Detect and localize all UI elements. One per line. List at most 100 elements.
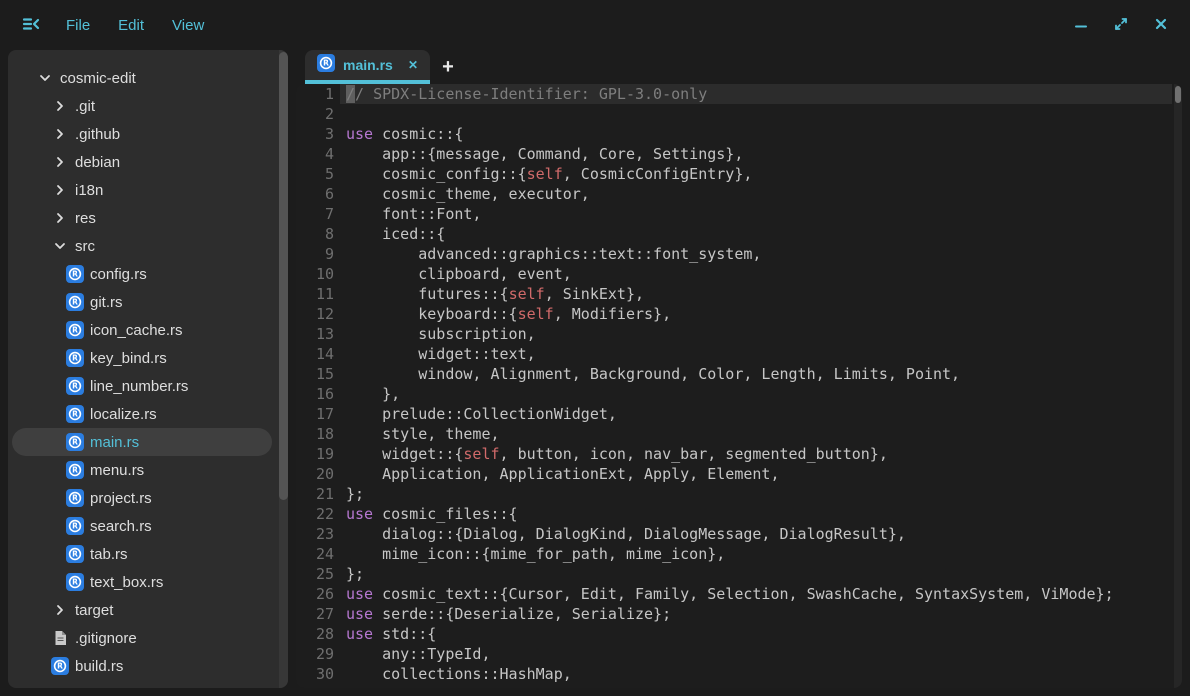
sidebar-item-label: cosmic-edit bbox=[60, 70, 136, 87]
sidebar-item-icon-cache-rs[interactable]: Ricon_cache.rs bbox=[8, 316, 288, 344]
code-line-content bbox=[340, 104, 1172, 124]
code-line[interactable]: 19 widget::{self, button, icon, nav_bar,… bbox=[296, 444, 1172, 464]
code-line[interactable]: 17 prelude::CollectionWidget, bbox=[296, 404, 1172, 424]
rust-file-icon: R bbox=[64, 433, 86, 451]
sidebar-item-tab-rs[interactable]: Rtab.rs bbox=[8, 540, 288, 568]
chevron-right-icon bbox=[49, 155, 71, 169]
code-token: keyboard::{ bbox=[346, 305, 518, 323]
sidebar-item-menu-rs[interactable]: Rmenu.rs bbox=[8, 456, 288, 484]
code-line[interactable]: 25}; bbox=[296, 564, 1172, 584]
sidebar-item-gitignore[interactable]: .gitignore bbox=[8, 624, 288, 652]
sidebar-item-localize-rs[interactable]: Rlocalize.rs bbox=[8, 400, 288, 428]
code-line[interactable]: 6 cosmic_theme, executor, bbox=[296, 184, 1172, 204]
code-line[interactable]: 8 iced::{ bbox=[296, 224, 1172, 244]
sidebar-item-src[interactable]: src bbox=[8, 232, 288, 260]
code-line[interactable]: 29 any::TypeId, bbox=[296, 644, 1172, 664]
line-number: 6 bbox=[296, 184, 340, 204]
sidebar-item-git-rs[interactable]: Rgit.rs bbox=[8, 288, 288, 316]
code-line-content: // SPDX-License-Identifier: GPL-3.0-only bbox=[340, 84, 1172, 104]
sidebar-scrollbar-thumb[interactable] bbox=[279, 52, 288, 500]
menu-item-edit[interactable]: Edit bbox=[116, 13, 146, 38]
sidebar-item-build-rs[interactable]: Rbuild.rs bbox=[8, 652, 288, 680]
code-line[interactable]: 20 Application, ApplicationExt, Apply, E… bbox=[296, 464, 1172, 484]
code-line-content: }; bbox=[340, 564, 1172, 584]
maximize-button[interactable] bbox=[1106, 10, 1136, 40]
sidebar-item-search-rs[interactable]: Rsearch.rs bbox=[8, 512, 288, 540]
sidebar-item-debian[interactable]: debian bbox=[8, 148, 288, 176]
line-number: 27 bbox=[296, 604, 340, 624]
code-line-content: cosmic_config::{self, CosmicConfigEntry}… bbox=[340, 164, 1172, 184]
code-line-content: window, Alignment, Background, Color, Le… bbox=[340, 364, 1172, 384]
code-line[interactable]: 3use cosmic::{ bbox=[296, 124, 1172, 144]
code-line[interactable]: 24 mime_icon::{mime_for_path, mime_icon}… bbox=[296, 544, 1172, 564]
chevron-right-icon bbox=[49, 183, 71, 197]
sidebar-item-github[interactable]: .github bbox=[8, 120, 288, 148]
code-token: subscription, bbox=[346, 325, 536, 343]
sidebar-item-git[interactable]: .git bbox=[8, 92, 288, 120]
code-line[interactable]: 1// SPDX-License-Identifier: GPL-3.0-onl… bbox=[296, 84, 1172, 104]
sidebar-item-text-box-rs[interactable]: Rtext_box.rs bbox=[8, 568, 288, 596]
code-line[interactable]: 12 keyboard::{self, Modifiers}, bbox=[296, 304, 1172, 324]
code-line-content: app::{message, Command, Core, Settings}, bbox=[340, 144, 1172, 164]
code-line[interactable]: 23 dialog::{Dialog, DialogKind, DialogMe… bbox=[296, 524, 1172, 544]
code-line[interactable]: 9 advanced::graphics::text::font_system, bbox=[296, 244, 1172, 264]
sidebar-item-label: line_number.rs bbox=[90, 378, 188, 395]
sidebar-item-project-rs[interactable]: Rproject.rs bbox=[8, 484, 288, 512]
code-line[interactable]: 15 window, Alignment, Background, Color,… bbox=[296, 364, 1172, 384]
sidebar-item-label: src bbox=[75, 238, 95, 255]
minimize-button[interactable] bbox=[1066, 10, 1096, 40]
sidebar-toggle-button[interactable] bbox=[16, 10, 46, 40]
code-line-content: collections::HashMap, bbox=[340, 664, 1172, 684]
code-token: font::Font, bbox=[346, 205, 481, 223]
code-token: , CosmicConfigEntry}, bbox=[563, 165, 753, 183]
tab-bar: R main.rs ✕ + bbox=[296, 50, 1182, 84]
code-line[interactable]: 21}; bbox=[296, 484, 1172, 504]
code-line[interactable]: 5 cosmic_config::{self, CosmicConfigEntr… bbox=[296, 164, 1172, 184]
new-tab-button[interactable]: + bbox=[430, 50, 466, 84]
editor-scrollbar-thumb[interactable] bbox=[1175, 86, 1181, 103]
rust-file-icon: R bbox=[64, 461, 86, 479]
code-line[interactable]: 30 collections::HashMap, bbox=[296, 664, 1172, 684]
code-token: mime_icon::{mime_for_path, mime_icon}, bbox=[346, 545, 725, 563]
code-line[interactable]: 28use std::{ bbox=[296, 624, 1172, 644]
svg-text:R: R bbox=[72, 550, 78, 559]
sidebar-item-label: tab.rs bbox=[90, 546, 128, 563]
svg-text:R: R bbox=[72, 382, 78, 391]
code-line[interactable]: 11 futures::{self, SinkExt}, bbox=[296, 284, 1172, 304]
code-line[interactable]: 16 }, bbox=[296, 384, 1172, 404]
sidebar-item-label: key_bind.rs bbox=[90, 350, 167, 367]
sidebar-item-cosmic-edit[interactable]: cosmic-edit bbox=[8, 64, 288, 92]
menu-item-file[interactable]: File bbox=[64, 13, 92, 38]
rust-file-icon: R bbox=[64, 265, 86, 283]
sidebar-item-i18n[interactable]: i18n bbox=[8, 176, 288, 204]
sidebar-item-res[interactable]: res bbox=[8, 204, 288, 232]
code-line[interactable]: 18 style, theme, bbox=[296, 424, 1172, 444]
code-line[interactable]: 22use cosmic_files::{ bbox=[296, 504, 1172, 524]
tab-main-rs[interactable]: R main.rs ✕ bbox=[305, 50, 430, 84]
sidebar-item-line-number-rs[interactable]: Rline_number.rs bbox=[8, 372, 288, 400]
menu-item-view[interactable]: View bbox=[170, 13, 206, 38]
code-line[interactable]: 7 font::Font, bbox=[296, 204, 1172, 224]
tab-close-button[interactable]: ✕ bbox=[406, 57, 420, 73]
line-number: 26 bbox=[296, 584, 340, 604]
code-token: widget::text, bbox=[346, 345, 536, 363]
code-line[interactable]: 26use cosmic_text::{Cursor, Edit, Family… bbox=[296, 584, 1172, 604]
sidebar-item-key-bind-rs[interactable]: Rkey_bind.rs bbox=[8, 344, 288, 372]
code-line[interactable]: 10 clipboard, event, bbox=[296, 264, 1172, 284]
code-line[interactable]: 27use serde::{Deserialize, Serialize}; bbox=[296, 604, 1172, 624]
code-editor[interactable]: 1// SPDX-License-Identifier: GPL-3.0-onl… bbox=[296, 84, 1182, 688]
window-controls bbox=[1066, 10, 1176, 40]
code-line-content: }; bbox=[340, 484, 1172, 504]
svg-text:R: R bbox=[72, 522, 78, 531]
code-line[interactable]: 4 app::{message, Command, Core, Settings… bbox=[296, 144, 1172, 164]
sidebar-item-main-rs[interactable]: Rmain.rs bbox=[12, 428, 272, 456]
code-line[interactable]: 14 widget::text, bbox=[296, 344, 1172, 364]
code-line[interactable]: 2 bbox=[296, 104, 1172, 124]
sidebar-item-target[interactable]: target bbox=[8, 596, 288, 624]
code-line[interactable]: 13 subscription, bbox=[296, 324, 1172, 344]
close-button[interactable] bbox=[1146, 10, 1176, 40]
line-number: 9 bbox=[296, 244, 340, 264]
code-line-content: cosmic_theme, executor, bbox=[340, 184, 1172, 204]
line-number: 2 bbox=[296, 104, 340, 124]
sidebar-item-config-rs[interactable]: Rconfig.rs bbox=[8, 260, 288, 288]
